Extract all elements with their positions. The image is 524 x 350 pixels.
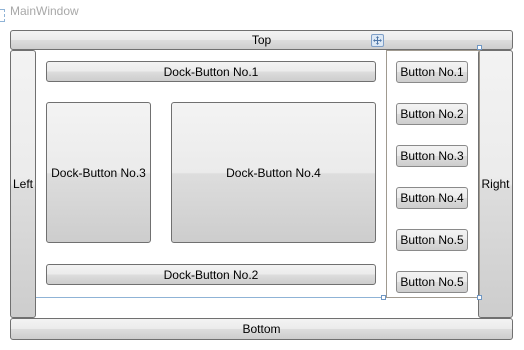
- main-window: MainWindow Top Bottom Left Right Dock-Bu…: [0, 0, 524, 350]
- dock-button-2[interactable]: Dock-Button No.2: [46, 264, 376, 285]
- top-button-label: Top: [251, 33, 272, 47]
- dock-button-1-label: Dock-Button No.1: [163, 64, 259, 79]
- designer-anchor-marker: [0, 9, 5, 22]
- window-title-bar: MainWindow: [0, 0, 524, 24]
- stack-button-3[interactable]: Button No.3: [396, 145, 468, 167]
- resize-handle-bottom-right[interactable]: [477, 295, 482, 300]
- stack-button-2[interactable]: Button No.2: [396, 103, 468, 125]
- dock-button-4[interactable]: Dock-Button No.4: [171, 102, 376, 243]
- window-title: MainWindow: [10, 4, 79, 18]
- stack-button-3-label: Button No.3: [400, 149, 464, 163]
- dock-button-1[interactable]: Dock-Button No.1: [46, 61, 376, 82]
- resize-handle-bottom-left[interactable]: [381, 295, 386, 300]
- right-button-label: Right: [481, 177, 510, 191]
- bottom-button[interactable]: Bottom: [10, 318, 513, 340]
- dock-button-4-label: Dock-Button No.4: [226, 165, 321, 180]
- stack-button-6[interactable]: Button No.5: [396, 271, 468, 293]
- stack-button-5-label: Button No.5: [400, 233, 464, 247]
- stack-button-2-label: Button No.2: [400, 107, 464, 121]
- left-button-label: Left: [12, 177, 33, 191]
- top-button[interactable]: Top: [10, 30, 513, 50]
- stack-button-4[interactable]: Button No.4: [396, 187, 468, 209]
- bottom-button-label: Bottom: [242, 322, 281, 336]
- move-arrows-icon[interactable]: [371, 34, 384, 47]
- stack-button-1[interactable]: Button No.1: [396, 61, 468, 83]
- dock-button-3[interactable]: Dock-Button No.3: [46, 102, 151, 243]
- stack-button-6-label: Button No.5: [400, 275, 464, 289]
- left-button[interactable]: Left: [10, 50, 36, 318]
- resize-handle-top-right[interactable]: [477, 45, 482, 50]
- move-arrows-icon-glyph: [373, 36, 382, 45]
- dock-button-3-label: Dock-Button No.3: [51, 165, 146, 180]
- stack-panel-selection: [386, 50, 480, 298]
- stack-button-4-label: Button No.4: [400, 191, 464, 205]
- dock-button-2-label: Dock-Button No.2: [163, 267, 259, 282]
- right-button[interactable]: Right: [478, 50, 513, 318]
- stack-button-5[interactable]: Button No.5: [396, 229, 468, 251]
- stack-button-1-label: Button No.1: [400, 65, 464, 79]
